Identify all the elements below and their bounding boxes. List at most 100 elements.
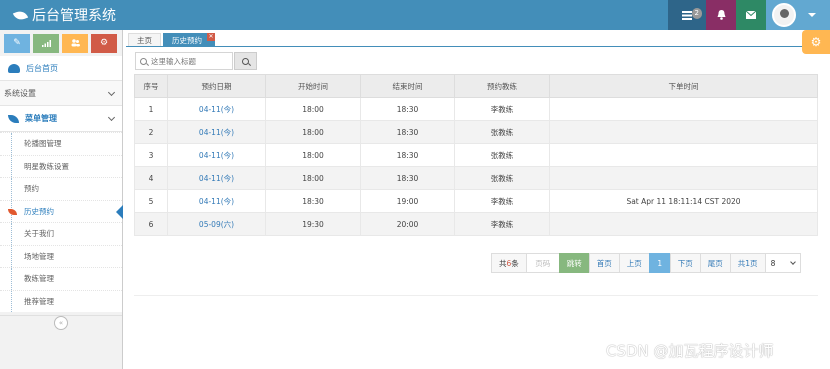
sidebar-item-label: 教练管理 (24, 274, 54, 284)
sidebar-item-coaches[interactable]: 教练管理 (0, 267, 122, 290)
table-cell: 3 (134, 143, 168, 167)
brand[interactable]: 后台管理系统 (12, 0, 116, 30)
column-header[interactable]: 预约日期 (167, 74, 266, 98)
double-chevron-left-icon: « (58, 318, 64, 327)
sidebar-settings-label: 系统设置 (4, 88, 36, 98)
tab-label: 历史预约 (172, 35, 202, 45)
gear-icon: ⚙ (810, 35, 822, 49)
table-cell: 18:00 (265, 97, 361, 121)
table-cell: 4 (134, 166, 168, 190)
table-cell: 18:00 (265, 166, 361, 190)
last-page-button[interactable]: 尾页 (699, 253, 731, 273)
divider (134, 295, 818, 296)
sidebar-item-about[interactable]: 关于我们 (0, 222, 122, 245)
sidebar-item-recommend[interactable]: 推荐管理 (0, 289, 122, 313)
page-total: 共1页 (729, 253, 766, 273)
table-cell: 1 (134, 97, 168, 121)
table-cell: 19:00 (360, 189, 455, 213)
sidebar-item-label: 历史预约 (24, 206, 54, 216)
avatar (772, 3, 796, 27)
watermark: CSDN @加瓦程序设计师 (606, 342, 774, 360)
page-number-input[interactable]: 页码 (525, 253, 560, 273)
sidebar-item-settings[interactable]: 系统设置 (0, 81, 122, 106)
sidebar-item-carousel[interactable]: 轮播图管理 (0, 132, 122, 155)
column-header[interactable]: 序号 (134, 74, 168, 98)
page-size-select[interactable]: 8 (764, 253, 801, 273)
column-header[interactable]: 预约教练 (454, 74, 550, 98)
jump-button[interactable]: 跳转 (558, 253, 590, 273)
date-link[interactable]: 05-09(六) (167, 212, 266, 236)
column-header[interactable]: 下单时间 (549, 74, 818, 98)
sidebar-item-menu-management[interactable]: 菜单管理 (0, 106, 122, 132)
search-input[interactable] (151, 56, 231, 66)
current-page[interactable]: 1 (648, 253, 671, 273)
leaf-icon (8, 114, 19, 123)
table-cell: 李教练 (454, 212, 550, 236)
search-icon (242, 57, 249, 65)
table-cell: Sat Apr 11 18:11:14 CST 2020 (549, 189, 818, 213)
date-link[interactable]: 04-11(今) (167, 166, 266, 190)
column-header[interactable]: 结束时间 (360, 74, 455, 98)
settings-toggle-button[interactable]: ⚙ (802, 30, 830, 54)
signal-shortcut-button[interactable] (33, 33, 59, 53)
tab-bar: 主页 历史预约 ✕ (128, 33, 217, 47)
table-row[interactable]: 3 04-11(今) 18:00 18:30 张教练 (134, 143, 818, 167)
dashboard-icon (8, 63, 20, 73)
date-link[interactable]: 04-11(今) (167, 120, 266, 144)
pencil-shortcut-button[interactable]: ✎ (4, 33, 30, 53)
table-row[interactable]: 4 04-11(今) 18:00 18:30 张教练 (134, 166, 818, 190)
table-cell: 张教练 (454, 120, 550, 144)
table-row[interactable]: 6 05-09(六) 19:30 20:00 李教练 (134, 212, 818, 236)
leaf-icon (8, 208, 17, 215)
table-cell: 李教练 (454, 189, 550, 213)
sidebar-collapse-button[interactable]: « (54, 315, 68, 330)
next-page-button[interactable]: 下页 (669, 253, 701, 273)
tasks-button[interactable]: 2 (668, 0, 706, 30)
table-row[interactable]: 1 04-11(今) 18:00 18:30 李教练 (134, 97, 818, 121)
tab-label: 主页 (137, 35, 152, 45)
users-shortcut-button[interactable] (62, 33, 88, 53)
sidebar-item-booking[interactable]: 预约 (0, 177, 122, 200)
chevron-down-icon (107, 113, 116, 122)
sidebar-item-booking-history[interactable]: 历史预约 (0, 199, 123, 223)
caret-down-icon (808, 13, 816, 17)
sidebar-item-label: 推荐管理 (24, 296, 54, 306)
sidebar-item-home[interactable]: 后台首页 (0, 56, 122, 81)
table-cell: 张教练 (454, 143, 550, 167)
date-link[interactable]: 04-11(今) (167, 189, 266, 213)
sidebar-collapse-bar: « (0, 315, 122, 330)
sidebar: ✎ ⚙ 后台首页 系统设置 菜单管理 轮播图管理 明星教练设置 预约 历史预约 … (0, 30, 123, 369)
date-link[interactable]: 04-11(今) (167, 97, 266, 121)
user-menu[interactable] (766, 0, 830, 30)
tasks-badge: 2 (691, 8, 702, 19)
table-cell: 张教练 (454, 166, 550, 190)
close-icon[interactable]: ✕ (207, 33, 215, 41)
table-cell (549, 97, 818, 121)
table-cell: 18:30 (360, 120, 455, 144)
sidebar-item-label: 明星教练设置 (24, 161, 69, 171)
date-link[interactable]: 04-11(今) (167, 143, 266, 167)
tab-home[interactable]: 主页 (128, 33, 161, 47)
table-cell (549, 120, 818, 144)
search-button[interactable] (234, 52, 257, 70)
notifications-button[interactable] (706, 0, 736, 30)
prev-page-button[interactable]: 上页 (618, 253, 650, 273)
table-row[interactable]: 5 04-11(今) 18:30 19:00 李教练 Sat Apr 11 18… (134, 189, 818, 213)
app-title: 后台管理系统 (32, 8, 116, 24)
leaf-icon (12, 8, 29, 22)
cogs-icon: ⚙ (99, 38, 109, 48)
cogs-shortcut-button[interactable]: ⚙ (91, 33, 117, 53)
first-page-button[interactable]: 首页 (588, 253, 620, 273)
messages-button[interactable] (736, 0, 766, 30)
navbar-actions: 2 (668, 0, 830, 30)
sidebar-item-label: 预约 (24, 184, 39, 194)
table-row[interactable]: 2 04-11(今) 18:00 18:30 张教练 (134, 120, 818, 144)
total-suffix: 条 (511, 258, 519, 268)
sidebar-item-venue[interactable]: 场地管理 (0, 244, 122, 268)
sidebar-item-star-coach[interactable]: 明星教练设置 (0, 154, 122, 178)
column-header[interactable]: 开始时间 (265, 74, 361, 98)
table-cell: 18:30 (360, 97, 455, 121)
signal-icon (41, 39, 51, 47)
table-cell: 20:00 (360, 212, 455, 236)
tab-booking-history[interactable]: 历史预约 ✕ (163, 33, 215, 47)
